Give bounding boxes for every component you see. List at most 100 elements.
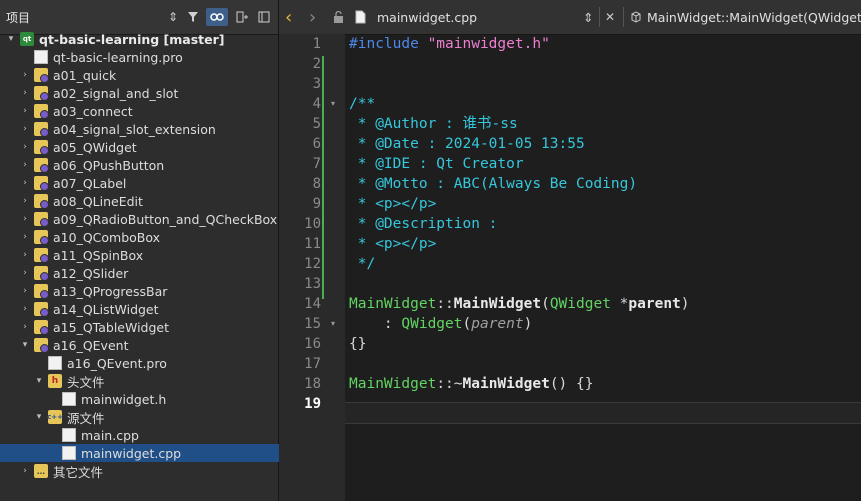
tree-folder-item[interactable]: › a01_quick [0, 66, 279, 84]
collapsed-arrow-icon[interactable]: › [20, 322, 30, 332]
project-folder-icon [34, 176, 49, 191]
editor-toolbar: ‹ › mainwidget.cpp ⇕ ✕ MainWidget::MainW… [279, 0, 861, 35]
tree-item-label: a07_QLabel [53, 175, 127, 191]
tree-file-item[interactable]: main.cpp [0, 426, 279, 444]
tree-item-label: a16_QEvent [53, 337, 129, 353]
collapsed-arrow-icon[interactable]: › [20, 268, 30, 278]
tree-folder-item[interactable]: › a13_QProgressBar [0, 282, 279, 300]
tree-folder-item[interactable]: › a10_QComboBox [0, 228, 279, 246]
lock-icon[interactable] [333, 0, 347, 34]
collapsed-arrow-icon[interactable]: › [20, 88, 30, 98]
collapsed-arrow-icon[interactable]: › [20, 124, 30, 134]
collapsed-arrow-icon[interactable]: › [20, 160, 30, 170]
tree-item-label: a12_QSlider [53, 265, 129, 281]
code-area[interactable]: #include "mainwidget.h" /** * @Author : 谁… [345, 34, 861, 501]
tree-folder-item[interactable]: › a11_QSpinBox [0, 246, 279, 264]
current-file-name[interactable]: mainwidget.cpp [377, 0, 477, 34]
view-select-icon[interactable]: ⇕ [166, 8, 180, 26]
code-token: * @Date : 2024-01-05 13:55 [349, 136, 585, 152]
close-sidebar-icon[interactable] [256, 8, 272, 26]
tree-folder-item[interactable]: ▾ a16_QEvent [0, 336, 279, 354]
link-with-editor-icon[interactable] [206, 8, 228, 26]
tree-item-label: a15_QTableWidget [53, 319, 169, 335]
project-folder-icon [34, 104, 49, 119]
tree-item-label: a03_connect [53, 103, 133, 119]
back-button[interactable]: ‹ [285, 0, 297, 34]
tree-folder-item[interactable]: › a03_connect [0, 102, 279, 120]
tree-file-item[interactable]: mainwidget.h [0, 390, 279, 408]
expanded-arrow-icon[interactable]: ▾ [34, 376, 44, 386]
collapsed-arrow-icon[interactable]: › [20, 466, 30, 476]
project-folder-icon [34, 230, 49, 245]
close-file-button[interactable]: ✕ [605, 0, 615, 34]
fold-marker-icon[interactable]: ▾ [331, 94, 335, 114]
tree-folder-item[interactable]: › a05_QWidget [0, 138, 279, 156]
source-folder-icon: c++ [47, 410, 63, 424]
file-icon [48, 356, 62, 370]
project-folder-icon [34, 266, 49, 281]
tree-folder-item[interactable]: ▾ c++ 源文件 [0, 408, 279, 426]
other-folder-icon: … [34, 464, 48, 478]
tree-item-label: mainwidget.h [81, 391, 167, 407]
project-folder-icon [34, 158, 49, 173]
line-number: 19 [304, 396, 321, 412]
tree-item-label: a14_QListWidget [53, 301, 159, 317]
line-number: 9 [312, 196, 321, 212]
tree-item-label: a05_QWidget [53, 139, 137, 155]
code-token: * [610, 296, 629, 312]
tree-folder-item[interactable]: › a06_QPushButton [0, 156, 279, 174]
code-token: #include [349, 36, 428, 52]
line-number: 17 [304, 356, 321, 372]
code-line: * @Author : 谁书-ss [349, 114, 518, 134]
tree-item-label: a04_signal_slot_extension [53, 121, 216, 137]
tree-item-label: a08_QLineEdit [53, 193, 143, 209]
expanded-arrow-icon[interactable]: ▾ [34, 412, 44, 422]
tree-folder-item[interactable]: › a15_QTableWidget [0, 318, 279, 336]
header-folder-icon: h [48, 374, 62, 388]
code-token: * <p></p> [349, 196, 437, 212]
expanded-arrow-icon[interactable]: ▾ [20, 340, 30, 350]
collapsed-arrow-icon[interactable]: › [20, 196, 30, 206]
code-line: */ [349, 254, 375, 274]
file-icon [34, 50, 48, 64]
tree-folder-item[interactable]: › a02_signal_and_slot [0, 84, 279, 102]
collapsed-arrow-icon[interactable]: › [20, 232, 30, 242]
tree-folder-item[interactable]: › … 其它文件 [0, 462, 279, 480]
tree-file-item[interactable]: qt-basic-learning.pro [0, 48, 279, 66]
tree-folder-item[interactable]: › a12_QSlider [0, 264, 279, 282]
tree-file-item[interactable]: mainwidget.cpp [0, 444, 279, 462]
tree-folder-item[interactable]: › a09_QRadioButton_and_QCheckBox [0, 210, 279, 228]
collapsed-arrow-icon[interactable]: › [20, 286, 30, 296]
fold-marker-icon[interactable]: ▾ [331, 314, 335, 334]
file-icon [62, 392, 76, 406]
tree-folder-item[interactable]: › a08_QLineEdit [0, 192, 279, 210]
collapsed-arrow-icon[interactable]: › [20, 106, 30, 116]
tree-folder-item[interactable]: › a07_QLabel [0, 174, 279, 192]
symbol-navigator[interactable]: MainWidget::MainWidget(QWidget * [647, 0, 861, 34]
tree-folder-item[interactable]: ▾ qt qt-basic-learning [master] [0, 30, 279, 48]
line-number: 3 [312, 76, 321, 92]
line-number: 6 [312, 136, 321, 152]
line-number: 4 [312, 96, 321, 112]
tree-folder-item[interactable]: ▾ h 头文件 [0, 372, 279, 390]
collapsed-arrow-icon[interactable]: › [20, 70, 30, 80]
filter-icon[interactable] [184, 8, 202, 26]
expanded-arrow-icon[interactable]: ▾ [6, 34, 16, 44]
code-token: ) [680, 296, 690, 312]
file-dropdown-icon[interactable]: ⇕ [583, 0, 593, 34]
collapsed-arrow-icon[interactable]: › [20, 214, 30, 224]
code-line: * <p></p> [349, 234, 437, 254]
tree-file-item[interactable]: a16_QEvent.pro [0, 354, 279, 372]
project-folder-icon [34, 140, 49, 155]
forward-button[interactable]: › [309, 0, 321, 34]
tree-folder-item[interactable]: › a04_signal_slot_extension [0, 120, 279, 138]
line-number: 5 [312, 116, 321, 132]
tree-folder-item[interactable]: › a14_QListWidget [0, 300, 279, 318]
collapsed-arrow-icon[interactable]: › [20, 250, 30, 260]
collapsed-arrow-icon[interactable]: › [20, 178, 30, 188]
collapsed-arrow-icon[interactable]: › [20, 142, 30, 152]
collapsed-arrow-icon[interactable]: › [20, 304, 30, 314]
split-icon[interactable] [233, 8, 251, 26]
project-folder-icon [34, 320, 49, 335]
qt-project-icon: qt [20, 32, 34, 46]
